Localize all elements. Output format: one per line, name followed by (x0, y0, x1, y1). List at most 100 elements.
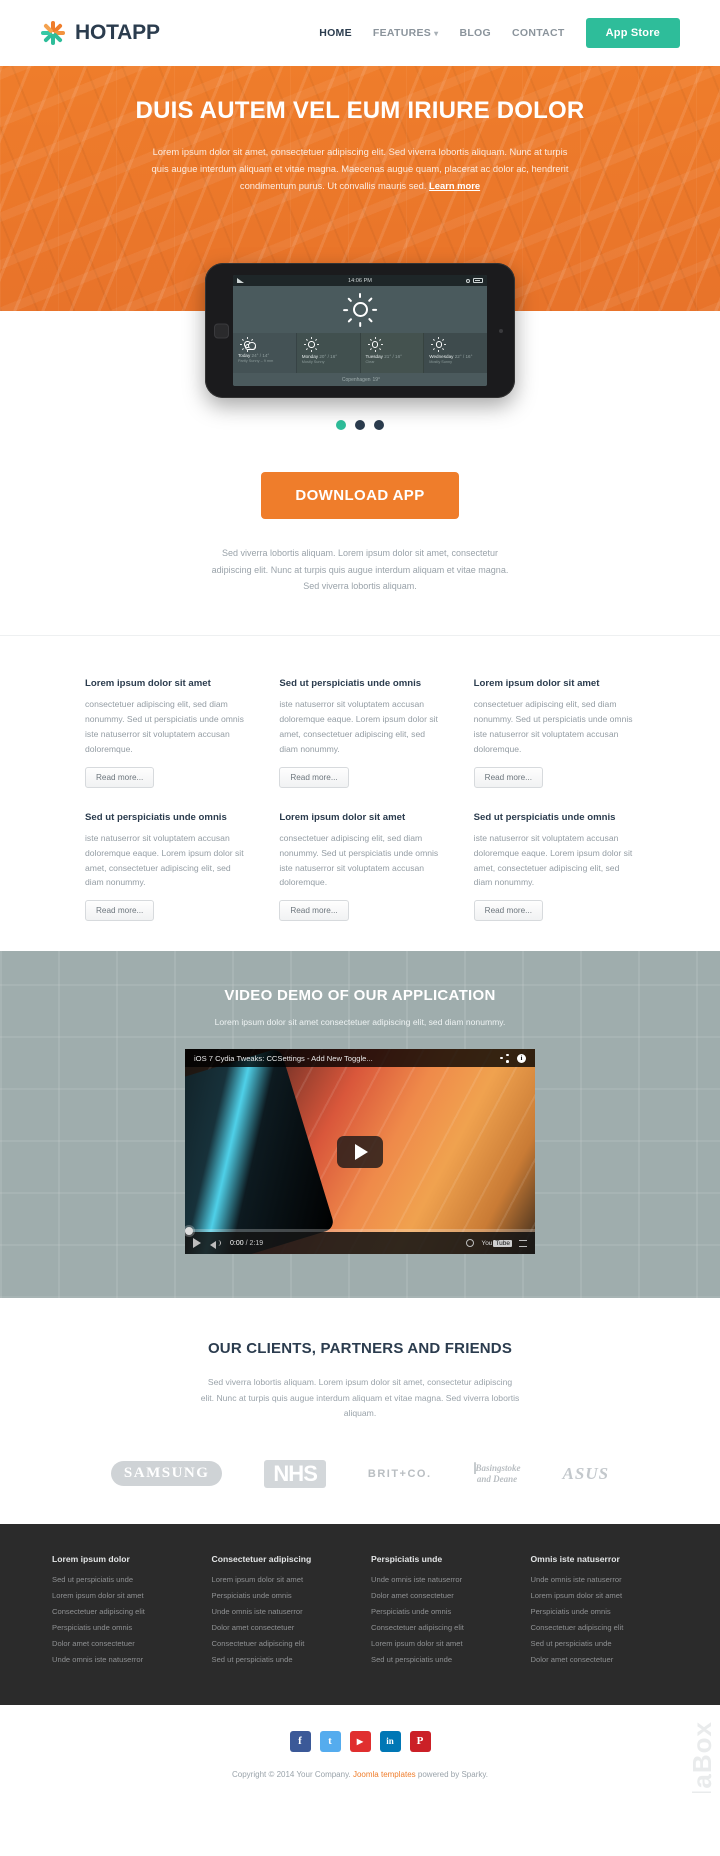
video-section: VIDEO DEMO OF OUR APPLICATION Lorem ipsu… (0, 951, 720, 1299)
share-icon[interactable] (500, 1053, 509, 1063)
footer-link[interactable]: Lorem ipsum dolor sit amet (531, 1591, 669, 1600)
fullscreen-icon[interactable] (519, 1239, 527, 1247)
clients-section: OUR CLIENTS, PARTNERS AND FRIENDS Sed vi… (0, 1298, 720, 1524)
copyright-text: Copyright © 2014 Your Company. Joomla te… (0, 1770, 720, 1779)
footer-link[interactable]: Perspiciatis unde omnis (212, 1591, 350, 1600)
forecast-day[interactable]: Today 24° / 14° Partly Sunny – 9 mm (233, 333, 297, 373)
feature-card-body: consectetuer adipiscing elit, sed diam n… (85, 699, 244, 754)
sun-ray (438, 349, 440, 352)
footer-column-heading: Consectetuer adipiscing (211, 1553, 312, 1564)
status-time: 14:06 PM (348, 277, 372, 284)
footer-link[interactable]: Perspiciatis unde omnis (52, 1623, 190, 1632)
nav-item-features-label: FEATURES (372, 27, 432, 39)
joomla-templates-link[interactable]: Joomla templates (353, 1770, 416, 1779)
sun-ray (241, 338, 245, 342)
feature-card-title: Lorem ipsum dolor sit amet (85, 677, 211, 689)
footer-link[interactable]: Lorem ipsum dolor sit amet (212, 1575, 350, 1584)
volume-icon[interactable] (210, 1239, 221, 1249)
sun-ray (241, 347, 245, 351)
footer-link[interactable]: Unde omnis iste natuserror (531, 1575, 669, 1584)
footer-link[interactable]: Unde omnis iste natuserror (52, 1655, 190, 1664)
forecast-day[interactable]: Tuesday 21° / 16° Clear (360, 333, 425, 373)
nav-item-features[interactable]: FEATURES ▾ (373, 27, 439, 39)
forecast-day-label: Wednesday 22° / 16° (429, 354, 473, 359)
footer-link[interactable]: Consectetuer adipiscing elit (371, 1623, 509, 1632)
sun-ray (438, 337, 440, 340)
feature-card: Sed ut perspiciatis unde omnis iste natus… (279, 678, 440, 788)
sun-ray (380, 344, 383, 345)
nav-item-blog[interactable]: BLOG (459, 27, 491, 39)
footer-link[interactable]: Lorem ipsum dolor sit amet (371, 1639, 509, 1648)
read-more-button[interactable]: Read more... (279, 766, 349, 788)
video-progress-scrubber[interactable] (185, 1226, 535, 1235)
footer-link[interactable]: Consectetuer adipiscing elit (52, 1607, 190, 1616)
footer-link[interactable]: Dolor amet consectetuer (371, 1591, 509, 1600)
footer-link[interactable]: Sed ut perspiciatis unde (371, 1655, 509, 1664)
info-icon[interactable]: i (517, 1053, 526, 1063)
sun-ray (303, 344, 307, 345)
learn-more-link[interactable]: Learn more (429, 180, 480, 191)
footer-link[interactable]: Perspiciatis unde omnis (371, 1607, 509, 1616)
footer-link[interactable]: Consectetuer adipiscing elit (531, 1623, 669, 1632)
footer-link[interactable]: Consectetuer adipiscing elit (212, 1639, 350, 1648)
read-more-button[interactable]: Read more... (279, 900, 349, 922)
footer-link[interactable]: Sed ut perspiciatis unde (531, 1639, 669, 1648)
social-twitter-icon[interactable]: t (319, 1730, 341, 1752)
social-pinterest-icon[interactable]: P (409, 1730, 431, 1752)
copyright-prefix: Copyright © 2014 Your Company. (232, 1769, 351, 1779)
footer-link[interactable]: Dolor amet consectetuer (52, 1639, 190, 1648)
brand-logo[interactable]: HOTAPP (40, 20, 160, 46)
settings-icon[interactable] (466, 1239, 475, 1248)
read-more-button[interactable]: Read more... (473, 900, 543, 922)
youtube-logo-icon[interactable]: You Tube (481, 1239, 512, 1247)
social-linkedin-icon[interactable]: in (379, 1730, 401, 1752)
footer-link[interactable]: Sed ut perspiciatis unde (212, 1655, 350, 1664)
footer-link[interactable]: Perspiciatis unde omnis (531, 1607, 669, 1616)
hero-title: DUIS AUTEM VEL EUM IRIURE DOLOR (135, 97, 585, 124)
carousel-dot-3[interactable] (374, 420, 384, 430)
social-facebook-icon[interactable]: f (289, 1730, 311, 1752)
play-icon[interactable] (193, 1238, 201, 1249)
read-more-button[interactable]: Read more... (85, 766, 155, 788)
download-line-2: adipiscing elit. Nunc at turpis quis aug… (211, 564, 509, 575)
footer-link[interactable]: Sed ut perspiciatis unde (52, 1575, 190, 1584)
feature-card-title: Sed ut perspiciatis unde omnis (279, 677, 422, 689)
read-more-button[interactable]: Read more... (85, 900, 155, 922)
sun-ray (369, 347, 372, 351)
brand-name: HOTAPP (75, 21, 160, 44)
footer-link[interactable]: Dolor amet consectetuer (212, 1623, 350, 1632)
play-button[interactable] (337, 1135, 383, 1168)
city-temp: 19° (372, 376, 381, 383)
sun-ray (247, 337, 248, 340)
sun-ray (358, 292, 362, 298)
footer-column-heading: Lorem ipsum dolor (52, 1553, 130, 1564)
phone-device: 14:06 PM Today 24° / 14° Partly Sunny – 9… (205, 263, 515, 398)
footer-link[interactable]: Lorem ipsum dolor sit amet (52, 1591, 190, 1600)
weather-city: Copenhagen 19° (233, 373, 487, 386)
nav-item-home[interactable]: HOME (319, 27, 352, 39)
sun-ray (343, 308, 349, 311)
footer-column: Lorem ipsum dolor Sed ut perspiciatis und… (52, 1554, 190, 1671)
app-store-button[interactable]: App Store (585, 18, 680, 48)
sun-ray (374, 349, 376, 352)
sun-ray (316, 344, 319, 345)
carousel-dot-2[interactable] (355, 420, 365, 430)
footer-link[interactable]: Dolor amet consectetuer (531, 1655, 669, 1664)
footer-link[interactable]: Unde omnis iste natuserror (371, 1575, 509, 1584)
download-app-button[interactable]: DOWNLOAD APP (261, 472, 459, 519)
footer-link[interactable]: Unde omnis iste natuserror (212, 1607, 350, 1616)
download-description: Sed viverra lobortis aliquam. Lorem ipsu… (210, 545, 510, 595)
video-player[interactable]: iOS 7 Cydia Tweaks: CCSettings - Add New… (185, 1049, 535, 1255)
clients-line-1: Sed viverra lobortis aliquam. Lorem ipsu… (207, 1377, 472, 1388)
copyright-suffix: powered by Sparky. (417, 1769, 488, 1779)
forecast-day[interactable]: Monday 20° / 16° Mostly Sunny (296, 333, 361, 373)
pinwheel-logo-icon (40, 20, 66, 46)
footer-column-heading: Omnis iste natuserror (530, 1553, 620, 1564)
read-more-button[interactable]: Read more... (473, 766, 543, 788)
carousel-dot-1[interactable] (336, 420, 346, 430)
video-right-controls: You Tube (466, 1239, 527, 1248)
social-youtube-icon[interactable]: ▶ (349, 1730, 371, 1752)
forecast-day[interactable]: Wednesday 22° / 16° Mostly Sunny (424, 333, 487, 373)
nav-item-contact[interactable]: CONTACT (512, 27, 565, 39)
footer-column: Perspiciatis unde Unde omnis iste natuser… (371, 1554, 509, 1671)
